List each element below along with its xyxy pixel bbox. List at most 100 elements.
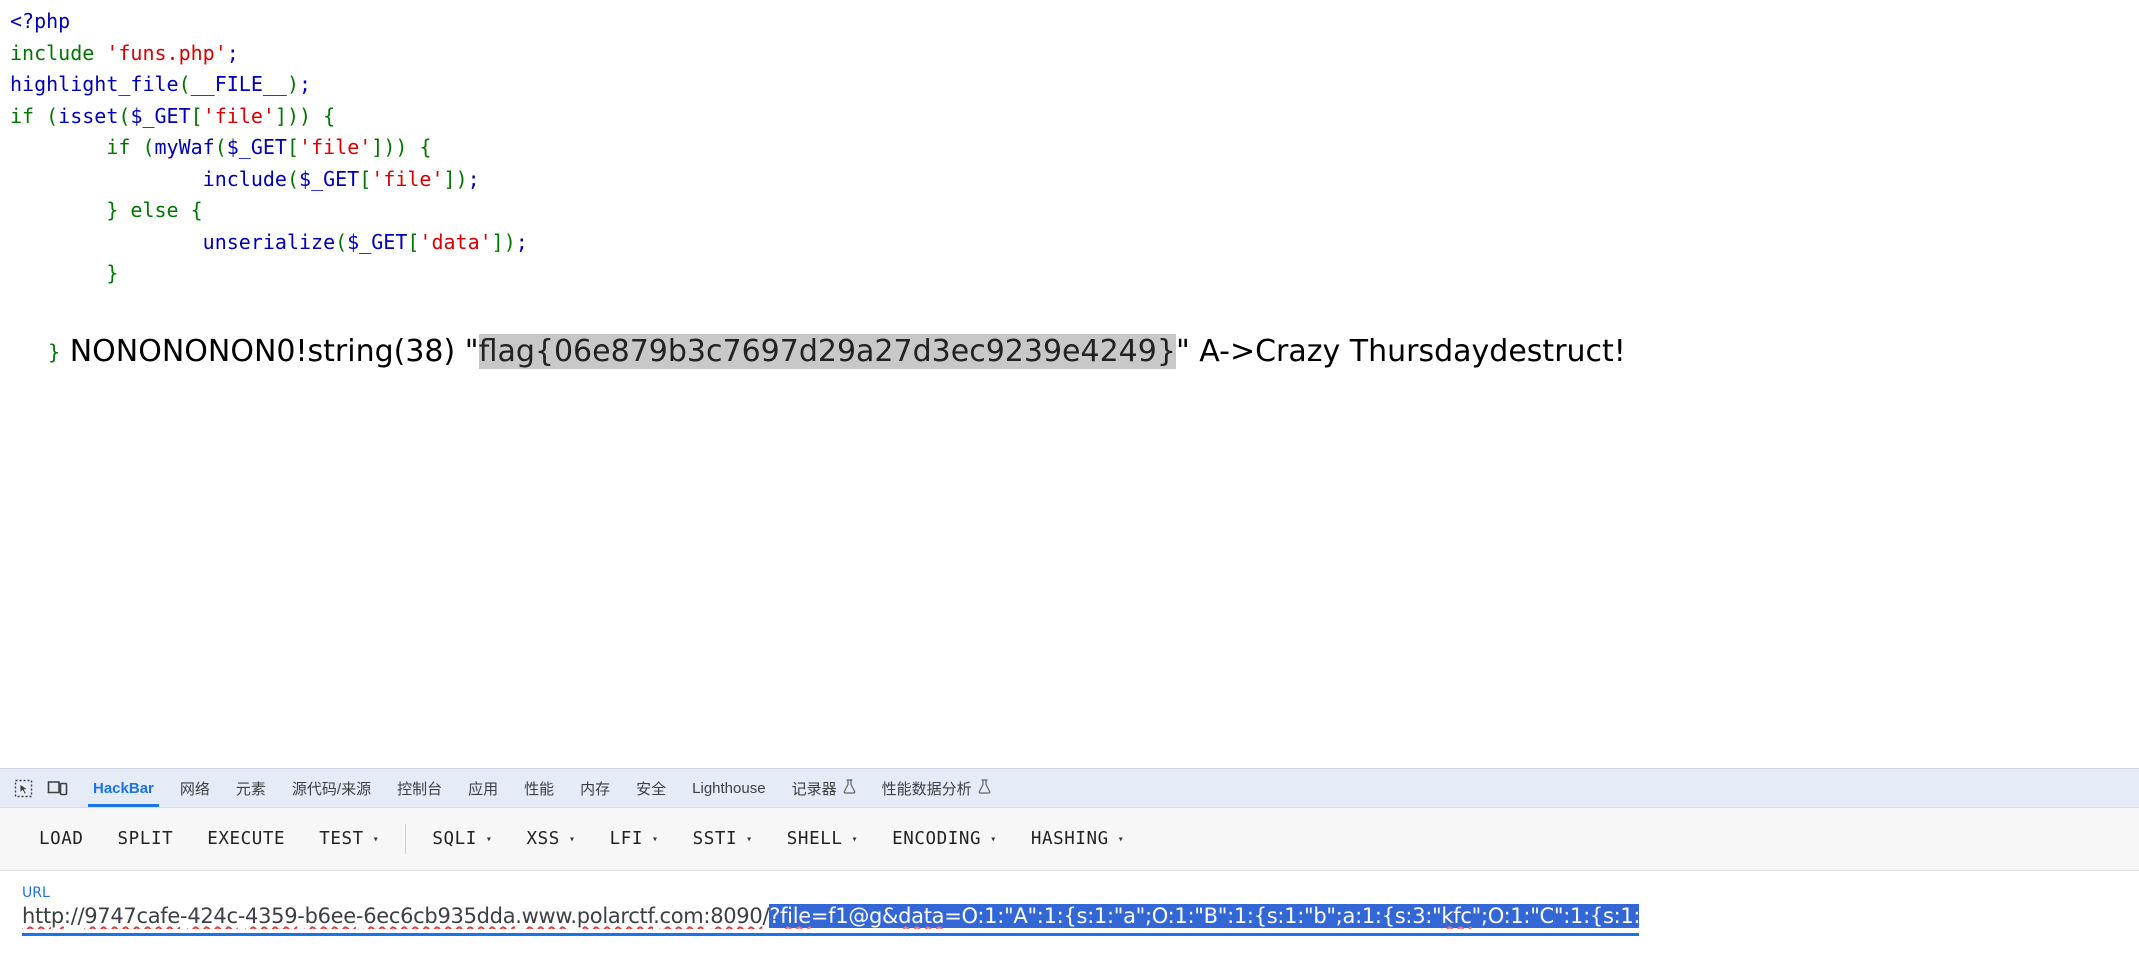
chevron-down-icon: ▾ (372, 834, 380, 845)
php-token: isset (58, 103, 119, 128)
php-token: [ (286, 135, 300, 159)
php-source-line: include($_GET['file']); (10, 164, 528, 196)
php-token: ( (214, 135, 227, 159)
hackbar-button-lfi[interactable]: LFI ▾ (593, 821, 676, 857)
php-token: } (10, 261, 119, 285)
php-token: ] (371, 135, 384, 159)
php-token: ; (515, 229, 528, 254)
spellcheck-underline: www (521, 904, 571, 928)
devtools-tab-0[interactable]: HackBar (80, 769, 167, 807)
php-token: else (118, 198, 191, 222)
flask-icon (978, 779, 991, 797)
chevron-down-icon: ▾ (485, 834, 493, 845)
php-token: <?php (10, 9, 71, 33)
devtools-tab-label: 应用 (468, 780, 499, 798)
hackbar-button-label: SHELL (786, 829, 843, 849)
devtools-tab-label: Lighthouse (692, 779, 766, 797)
hackbar-button-sqli[interactable]: SQLI ▾ (415, 821, 509, 857)
devtools-tab-4[interactable]: 控制台 (384, 769, 455, 807)
php-token: 'funs.php' (106, 40, 227, 65)
php-token: ] (443, 166, 456, 191)
devtools-tab-label: 控制台 (397, 780, 443, 798)
php-token: [ (190, 103, 203, 128)
devtools-tab-3[interactable]: 源代码/来源 (279, 769, 384, 807)
php-token: $_GET (226, 135, 287, 159)
php-token: ( (142, 135, 155, 159)
spellcheck-underline: 4359 (245, 904, 298, 928)
php-token: ; (467, 166, 480, 191)
php-token: $_GET (347, 229, 408, 254)
url-input[interactable]: http://9747cafe-424c-4359-b6ee-6ec6cb935… (22, 903, 1639, 929)
hackbar-button-label: HASHING (1030, 829, 1109, 849)
hackbar-button-split[interactable]: SPLIT (101, 821, 191, 857)
hackbar-button-execute[interactable]: EXECUTE (190, 821, 302, 857)
php-token: if (10, 103, 47, 128)
devtools-tab-10[interactable]: 记录器 (779, 769, 869, 807)
php-token: ] (491, 229, 504, 254)
flag-text-selection[interactable]: flag{06e879b3c7697d29a27d3ec9239e4249} (478, 334, 1176, 369)
php-token: $_GET (299, 166, 360, 191)
chevron-down-icon: ▾ (990, 834, 997, 845)
spellcheck-underline: polarctf (576, 904, 654, 928)
url-input-wrapper[interactable]: http://9747cafe-424c-4359-b6ee-6ec6cb935… (22, 903, 1639, 936)
hackbar-button-label: ENCODING (892, 829, 982, 849)
devtools-tab-label: 记录器 (791, 780, 837, 798)
inspect-element-icon[interactable] (6, 769, 40, 807)
devtools-tab-label: 元素 (235, 780, 266, 798)
php-token: ( (178, 72, 191, 96)
devtools-tab-label: 安全 (636, 780, 667, 798)
spellcheck-underline: 9747cafe (84, 904, 181, 928)
output-suffix-text: " A->Crazy Thursdaydestruct! (1175, 334, 1626, 369)
device-toolbar-icon[interactable] (40, 769, 74, 807)
devtools-tab-label: 性能 (524, 780, 555, 798)
php-token: { (323, 103, 336, 128)
php-token: highlight_file (10, 72, 179, 96)
devtools-tab-11[interactable]: 性能数据分析 (869, 769, 1004, 807)
hackbar-button-label: SPLIT (117, 829, 174, 849)
url-base-text: http://9747cafe-424c-4359-b6ee-6ec6cb935… (22, 904, 770, 928)
php-token: } (10, 198, 119, 222)
hackbar-button-label: LFI (609, 829, 643, 849)
devtools-tab-1[interactable]: 网络 (167, 769, 223, 807)
hackbar-button-test[interactable]: TEST ▾ (302, 821, 396, 857)
chevron-down-icon: ▾ (1117, 834, 1125, 845)
hackbar-button-xss[interactable]: XSS ▾ (510, 821, 593, 857)
devtools-tab-7[interactable]: 内存 (567, 769, 623, 807)
hackbar-button-load[interactable]: LOAD (22, 821, 101, 857)
toolbar-divider (405, 824, 407, 854)
php-token: __FILE__ (190, 72, 287, 96)
devtools-tab-6[interactable]: 性能 (511, 769, 567, 807)
php-token: )) (383, 135, 420, 159)
devtools-tab-5[interactable]: 应用 (455, 769, 511, 807)
devtools-tab-label: 性能数据分析 (881, 780, 972, 798)
hackbar-button-label: EXECUTE (207, 829, 286, 849)
devtools-tab-bar: HackBar 网络 元素 源代码/来源 控制台 应用 性能 内存 安全 Lighthouse 记录… (0, 769, 2139, 808)
php-token: if (10, 135, 143, 159)
hackbar-button-encoding[interactable]: ENCODING ▾ (875, 821, 1014, 857)
url-selected-query-text[interactable]: ?file=f1@g&data=O:1:"A":1:{s:1:"a";O:1:"… (769, 904, 1639, 928)
spellcheck-underline: data (898, 904, 945, 928)
php-token: ( (46, 103, 59, 128)
hackbar-button-hashing[interactable]: HASHING ▾ (1014, 821, 1142, 857)
php-source-line: <?php (10, 6, 528, 38)
devtools-tab-8[interactable]: 安全 (623, 769, 679, 807)
php-token: $_GET (130, 103, 191, 128)
url-field-label: URL (22, 885, 50, 901)
hackbar-button-shell[interactable]: SHELL ▾ (770, 821, 875, 857)
php-token: [ (359, 166, 372, 191)
hackbar-body: URL http://9747cafe-424c-4359-b6ee-6ec6c… (0, 871, 2139, 936)
php-source-line: } else { (10, 195, 528, 227)
devtools-tab-9[interactable]: Lighthouse (679, 769, 778, 807)
hackbar-button-label: LOAD (39, 829, 84, 849)
hackbar-button-ssti[interactable]: SSTI ▾ (676, 821, 770, 857)
php-token: myWaf (154, 135, 215, 159)
flask-icon (843, 779, 856, 797)
chevron-down-icon: ▾ (652, 834, 659, 845)
spellcheck-underline: 8090 (710, 904, 763, 928)
devtools-tab-label: 内存 (580, 780, 611, 798)
php-source-line: include 'funs.php'; (10, 38, 528, 70)
chevron-down-icon: ▾ (568, 834, 576, 845)
php-token: unserialize (10, 229, 336, 254)
hackbar-toolbar: LOAD SPLIT EXECUTE TEST ▾ SQLI ▾ XSS ▾ LFI ▾ SSTI ▾ S… (0, 808, 2139, 871)
devtools-tab-2[interactable]: 元素 (223, 769, 279, 807)
